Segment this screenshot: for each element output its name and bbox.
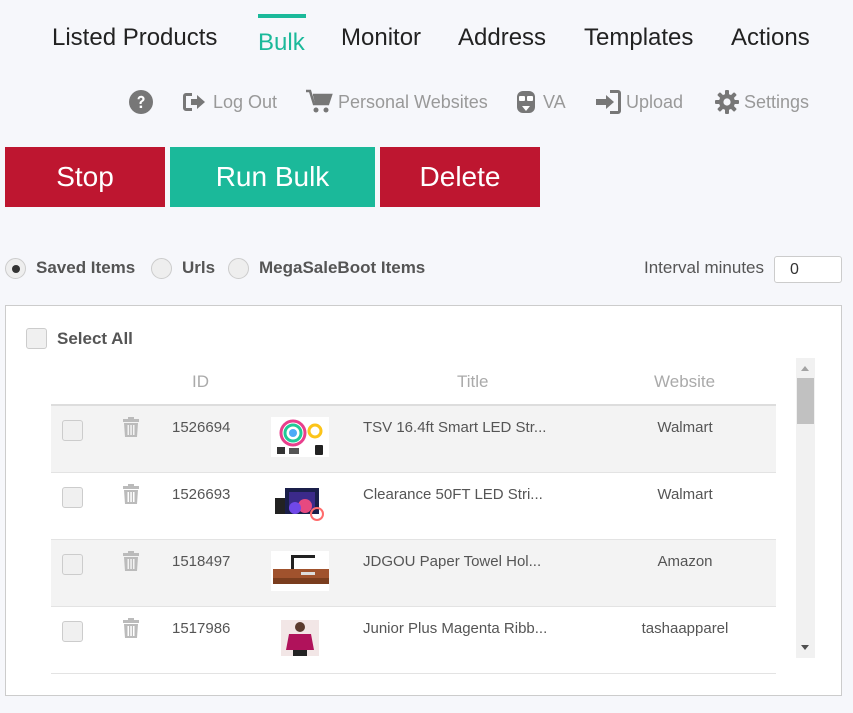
va-label: VA — [543, 91, 566, 112]
trash-icon[interactable] — [122, 551, 140, 571]
interval-label: Interval minutes — [644, 258, 764, 277]
column-header-title: Title — [457, 372, 489, 391]
trash-icon[interactable] — [122, 484, 140, 504]
personal-websites-label: Personal Websites — [338, 91, 488, 112]
tab-actions[interactable]: Actions — [731, 24, 810, 52]
user-secret-icon — [517, 91, 535, 113]
run-bulk-button[interactable]: Run Bulk — [170, 147, 375, 207]
items-panel: Select All ID Title Website 1526694 TSV … — [5, 305, 842, 696]
interval-input[interactable] — [774, 256, 842, 283]
column-header-website: Website — [654, 372, 716, 391]
row-checkbox[interactable] — [62, 420, 83, 441]
row-title: TSV 16.4ft Smart LED Str... — [363, 419, 547, 436]
upload-link[interactable]: Upload — [595, 88, 683, 116]
table-row: 1526694 TSV 16.4ft Smart LED Str... Walm… — [51, 406, 776, 473]
trash-icon[interactable] — [122, 417, 140, 437]
scroll-down-arrow-icon[interactable] — [801, 645, 809, 650]
checkbox[interactable] — [26, 328, 47, 349]
radio-label: Urls — [182, 258, 216, 277]
tab-templates[interactable]: Templates — [584, 24, 693, 52]
shopping-cart-icon — [306, 89, 333, 113]
radio-saved-items[interactable]: Saved Items — [5, 257, 135, 279]
row-title: Clearance 50FT LED Stri... — [363, 486, 543, 503]
help-button[interactable] — [129, 88, 157, 116]
row-checkbox[interactable] — [62, 621, 83, 642]
sign-out-icon — [183, 93, 205, 111]
upload-label: Upload — [626, 91, 684, 112]
row-title: JDGOU Paper Towel Hol... — [363, 553, 542, 570]
magenta-top-thumbnail — [281, 620, 319, 656]
main-tabs: Listed Products Bulk Monitor Address Tem… — [0, 0, 853, 60]
table-row: 1518497 JDGOU Paper Towel Hol... Amazon — [51, 540, 776, 607]
scroll-up-arrow-icon[interactable] — [801, 366, 809, 371]
active-tab-indicator — [258, 14, 306, 18]
tab-bulk[interactable]: Bulk — [258, 29, 305, 57]
tab-listed-products[interactable]: Listed Products — [52, 24, 217, 52]
tab-monitor[interactable]: Monitor — [341, 24, 421, 52]
row-website: Amazon — [657, 553, 713, 570]
tab-address[interactable]: Address — [458, 24, 546, 52]
paper-towel-holder-thumbnail — [271, 551, 329, 591]
settings-link[interactable]: Settings — [714, 88, 809, 116]
row-id: 1518497 — [172, 553, 231, 570]
logout-label: Log Out — [213, 91, 278, 112]
question-circle-icon — [129, 90, 153, 114]
column-header-id: ID — [192, 372, 209, 391]
personal-websites-link[interactable]: Personal Websites — [305, 88, 488, 116]
stop-button[interactable]: Stop — [5, 147, 165, 207]
sign-in-icon — [596, 90, 621, 114]
radio-megasaleboot-items[interactable]: MegaSaleBoot Items — [228, 257, 425, 279]
row-id: 1526694 — [172, 419, 231, 436]
row-website: tashaapparel — [641, 620, 729, 637]
va-link[interactable]: VA — [513, 88, 566, 116]
row-id: 1517986 — [172, 620, 231, 637]
scroll-thumb[interactable] — [797, 378, 814, 424]
table-scrollbar[interactable] — [796, 358, 815, 658]
gear-icon — [715, 90, 739, 114]
logout-link[interactable]: Log Out — [182, 88, 277, 116]
radio-label: MegaSaleBoot Items — [259, 258, 426, 277]
table-row: 1517986 Junior Plus Magenta Ribb... tash… — [51, 607, 776, 674]
table-row: 1526693 Clearance 50FT LED Stri... Walma… — [51, 473, 776, 540]
row-website: Walmart — [657, 419, 713, 436]
led-strip-thumbnail — [271, 417, 329, 457]
settings-label: Settings — [744, 91, 810, 112]
radio-button[interactable] — [228, 257, 249, 279]
row-id: 1526693 — [172, 486, 231, 503]
delete-button[interactable]: Delete — [380, 147, 540, 207]
select-all-label: Select All — [57, 328, 133, 348]
row-checkbox[interactable] — [62, 487, 83, 508]
row-title: Junior Plus Magenta Ribb... — [363, 620, 548, 637]
row-website: Walmart — [657, 486, 713, 503]
radio-button[interactable] — [151, 257, 172, 279]
row-checkbox[interactable] — [62, 554, 83, 575]
trash-icon[interactable] — [122, 618, 140, 638]
radio-button[interactable] — [5, 257, 26, 279]
led-strip-box-thumbnail — [271, 484, 329, 524]
radio-urls[interactable]: Urls — [151, 257, 215, 279]
radio-label: Saved Items — [36, 258, 136, 277]
select-all-checkbox[interactable]: Select All — [26, 328, 133, 349]
